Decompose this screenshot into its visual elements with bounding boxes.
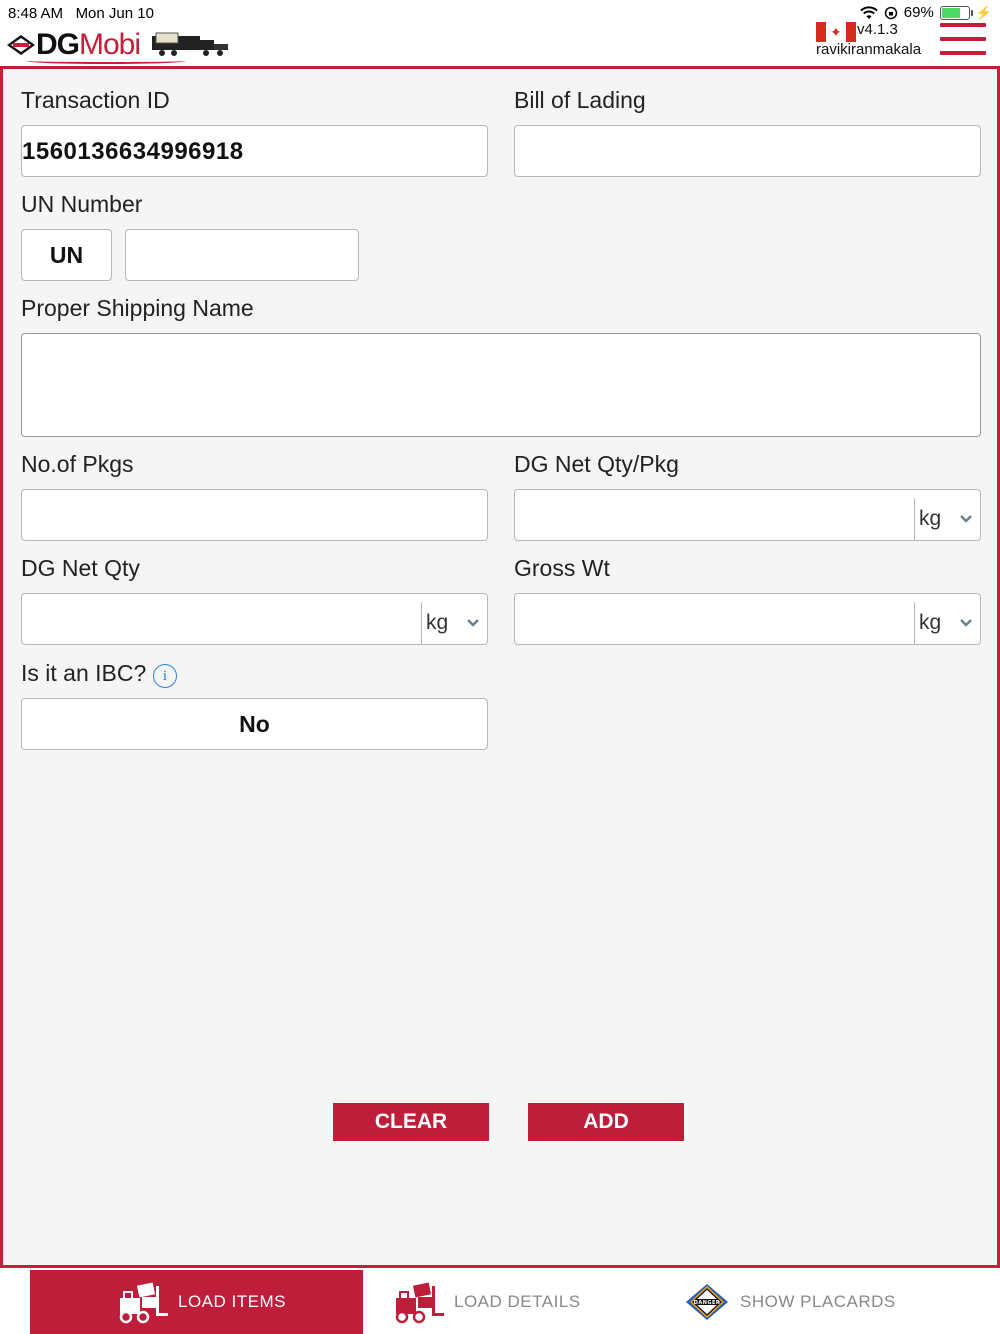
hamburger-icon[interactable] [940,23,986,59]
tab-label-show-placards: SHOW PLACARDS [740,1292,896,1311]
orientation-lock-icon [884,6,898,19]
canada-flag-icon [816,22,856,42]
bottom-tab-bar: LOAD ITEMS LOAD DETAILS DANGER SHOW PLAC… [0,1268,1000,1334]
info-icon[interactable]: i [153,664,177,688]
battery-percent: 69% [903,4,934,21]
transaction-id-value: 1560136634996918 [22,138,244,165]
form-panel: Transaction ID 1560136634996918 Bill of … [0,66,1000,1268]
ibc-toggle-button[interactable]: No [21,698,488,750]
tab-show-placards[interactable]: DANGER SHOW PLACARDS [684,1270,984,1334]
gross-wt-unit-select[interactable]: kg [914,602,980,644]
transaction-id-label: Transaction ID [21,87,170,113]
dg-net-qty-pkg-unit-select[interactable]: kg [914,498,980,540]
no-of-pkgs-label: No.of Pkgs [21,451,134,477]
battery-icon [939,5,973,20]
gross-wt-label: Gross Wt [514,555,610,581]
dg-net-qty-field[interactable]: kg [21,593,488,645]
charging-icon: ⚡ [975,4,992,20]
ibc-label: Is it an IBC? [21,660,147,686]
transaction-id-field[interactable]: 1560136634996918 [21,125,488,177]
tab-load-details[interactable]: LOAD DETAILS [392,1270,662,1334]
app-version: v4.1.3 [857,21,898,38]
wifi-icon [860,5,878,19]
truck-icon [152,32,229,56]
dg-net-qty-unit-select[interactable]: kg [421,602,487,644]
proper-shipping-name-field[interactable] [21,333,981,437]
forklift-icon [395,1282,444,1324]
tab-load-items[interactable]: LOAD ITEMS [30,1270,363,1334]
chevron-down-icon [960,515,972,523]
dg-net-qty-label: DG Net Qty [21,555,140,581]
add-button[interactable]: ADD [528,1103,684,1141]
dgmobi-logo: DG Mobi [6,28,230,64]
un-prefix-button[interactable]: UN [21,229,112,281]
bill-of-lading-label: Bill of Lading [514,87,646,113]
un-number-field[interactable] [125,229,359,281]
proper-shipping-name-label: Proper Shipping Name [21,295,254,321]
username: ravikiranmakala [816,41,922,58]
status-right: 69% ⚡ [860,4,992,21]
chevron-down-icon [960,619,972,627]
danger-badge-icon [7,35,35,55]
logo-swoosh [26,58,186,64]
no-of-pkgs-field[interactable] [21,489,488,541]
status-time: 8:48 AM Mon Jun 10 [8,5,154,22]
chevron-down-icon [467,619,479,627]
gross-wt-field[interactable]: kg [514,593,981,645]
app-header: DG Mobi v4.1.3 ravikiranmakala [0,21,1000,66]
svg-text:DANGER: DANGER [694,1300,721,1306]
danger-placard-icon: DANGER [686,1284,728,1320]
bill-of-lading-field[interactable] [514,125,981,177]
tab-label-load-details: LOAD DETAILS [454,1292,581,1311]
clear-button[interactable]: CLEAR [333,1103,489,1141]
dg-net-qty-pkg-field[interactable]: kg [514,489,981,541]
dg-net-qty-pkg-label: DG Net Qty/Pkg [514,451,679,477]
forklift-icon [119,1282,168,1324]
tab-label-load-items: LOAD ITEMS [178,1292,286,1311]
un-number-label: UN Number [21,191,143,217]
